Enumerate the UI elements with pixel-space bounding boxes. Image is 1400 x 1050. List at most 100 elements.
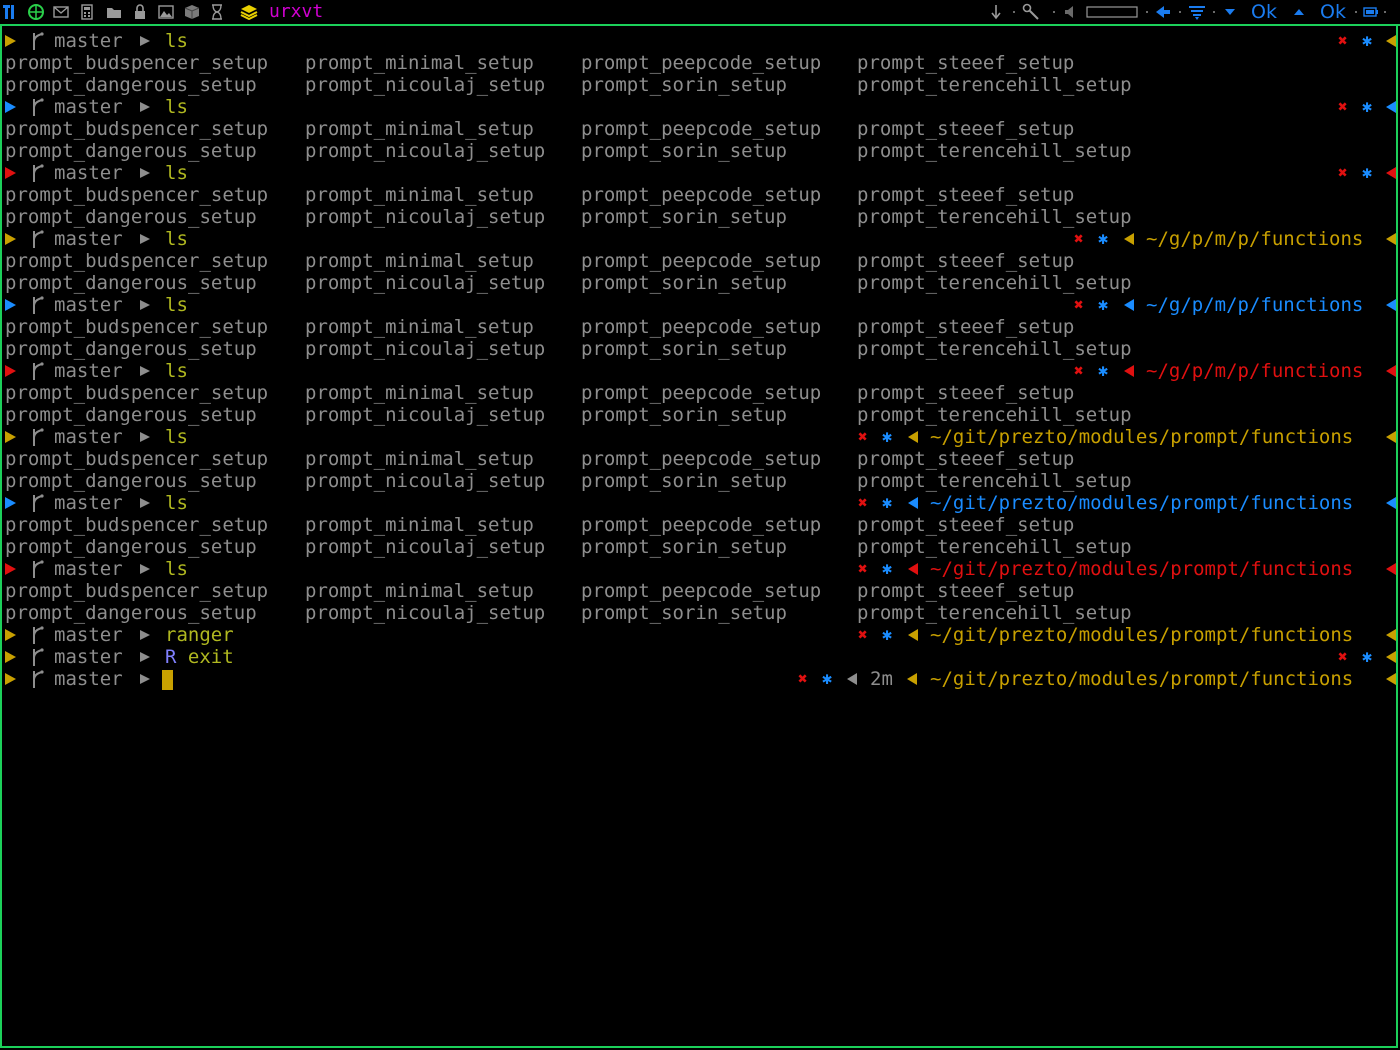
prompt-separator-icon	[140, 498, 150, 508]
current-path: ~/git/prezto/modules/prompt/functions	[930, 624, 1354, 646]
git-branch-icon	[33, 428, 44, 446]
command-text: ls	[165, 30, 188, 52]
prompt-line: master ls ✖ ✱	[5, 30, 1396, 52]
listing-row: prompt_dangerous_setup prompt_nicoulaj_se…	[5, 470, 1396, 492]
separator-dot	[1384, 11, 1386, 13]
status-ok-1: Ok	[1251, 1, 1277, 23]
status-error-icon: ✖	[858, 625, 868, 644]
prompt-arrow-icon	[5, 365, 16, 377]
branch-name: master	[54, 668, 123, 690]
git-branch-icon	[33, 32, 44, 50]
volume-icon[interactable]	[1064, 3, 1078, 21]
prompt-right-arrow-icon	[1386, 563, 1396, 575]
prompt-separator-icon	[140, 168, 150, 178]
file-name: prompt_dangerous_setup	[5, 470, 257, 492]
path-arrow-icon	[1124, 233, 1134, 245]
folder-icon[interactable]	[106, 3, 122, 21]
status-modified-icon: ✱	[822, 669, 833, 689]
status-error-icon: ✖	[858, 559, 868, 578]
globe-icon[interactable]	[28, 3, 44, 21]
listing-row: prompt_budspencer_setup prompt_minimal_se…	[5, 580, 1396, 602]
dropdown-icon[interactable]	[1223, 3, 1237, 21]
lock-icon[interactable]	[133, 3, 147, 21]
network-back-icon[interactable]	[1155, 3, 1171, 21]
file-name: prompt_terencehill_setup	[857, 404, 1132, 426]
file-name: prompt_dangerous_setup	[5, 272, 257, 294]
listing-row: prompt_budspencer_setup prompt_minimal_se…	[5, 514, 1396, 536]
terminal-window[interactable]: master ls ✖ ✱ prompt_budspencer_setup prompt_…	[0, 26, 1398, 1048]
image-icon[interactable]	[158, 3, 174, 21]
branch-name: master	[54, 294, 123, 316]
package-icon[interactable]	[184, 3, 200, 21]
prompt-arrow-icon	[5, 299, 16, 311]
file-name: prompt_sorin_setup	[581, 74, 787, 96]
branch-name: master	[54, 360, 123, 382]
prompt-line: master ls ✖ ✱ ~/git/prezto/modules/prompt/fu…	[5, 426, 1396, 448]
file-name: prompt_dangerous_setup	[5, 404, 257, 426]
file-name: prompt_terencehill_setup	[857, 272, 1132, 294]
prompt-line: master R exit ✖ ✱	[5, 646, 1396, 668]
file-name: prompt_budspencer_setup	[5, 580, 269, 602]
calculator-icon[interactable]	[80, 3, 94, 21]
prompt-arrow-icon	[5, 563, 16, 575]
prompt-right-arrow-icon	[1386, 299, 1396, 311]
status-error-icon: ✖	[798, 669, 808, 688]
duration-arrow-icon	[847, 673, 857, 685]
file-name: prompt_steeef_setup	[857, 250, 1075, 272]
prompt-line: master ls ✖ ✱ ~/g/p/m/p/functions	[5, 228, 1396, 250]
branch-name: master	[54, 96, 123, 118]
file-name: prompt_dangerous_setup	[5, 602, 257, 624]
volume-slider[interactable]	[1086, 3, 1138, 21]
git-branch-icon	[33, 494, 44, 512]
path-arrow-icon	[908, 563, 918, 575]
prompt-right-arrow-icon	[1386, 35, 1396, 47]
status-error-icon: ✖	[1338, 97, 1348, 116]
branch-name: master	[54, 30, 123, 52]
listing-row: prompt_budspencer_setup prompt_minimal_se…	[5, 250, 1396, 272]
battery-icon[interactable]	[1363, 3, 1379, 21]
prompt-right-arrow-icon	[1386, 431, 1396, 443]
status-error-icon: ✖	[1074, 361, 1084, 380]
file-name: prompt_nicoulaj_setup	[305, 536, 546, 558]
hourglass-icon[interactable]	[210, 3, 224, 21]
file-name: prompt_minimal_setup	[305, 118, 534, 140]
prompt-right-arrow-icon	[1386, 651, 1396, 663]
file-name: prompt_budspencer_setup	[5, 250, 269, 272]
file-name: prompt_dangerous_setup	[5, 206, 257, 228]
command-text: ls	[165, 162, 188, 184]
command-text: ranger	[165, 624, 234, 646]
prompt-right-arrow-icon	[1386, 629, 1396, 641]
command-text: ls	[165, 294, 188, 316]
ranger-marker: R	[165, 646, 177, 668]
prompt-line: master ls ✖ ✱	[5, 162, 1396, 184]
file-name: prompt_steeef_setup	[857, 382, 1075, 404]
status-error-icon: ✖	[1338, 31, 1348, 50]
file-name: prompt_nicoulaj_setup	[305, 470, 546, 492]
current-path: ~/git/prezto/modules/prompt/functions	[930, 492, 1354, 514]
up-icon[interactable]	[1292, 3, 1306, 21]
wrench-icon[interactable]	[1022, 3, 1040, 21]
separator-dot	[1355, 11, 1357, 13]
layers-icon[interactable]	[240, 3, 258, 21]
prompt-separator-icon	[140, 234, 150, 244]
git-branch-icon	[33, 164, 44, 182]
tools-icon[interactable]	[3, 3, 17, 21]
git-branch-icon	[33, 560, 44, 578]
text-cursor[interactable]	[162, 670, 173, 690]
separator-dot	[1053, 11, 1055, 13]
file-name: prompt_sorin_setup	[581, 338, 787, 360]
file-name: prompt_minimal_setup	[305, 250, 534, 272]
file-name: prompt_terencehill_setup	[857, 206, 1132, 228]
file-name: prompt_nicoulaj_setup	[305, 272, 546, 294]
file-name: prompt_minimal_setup	[305, 580, 534, 602]
status-error-icon: ✖	[1338, 163, 1348, 182]
download-arrow-icon[interactable]	[989, 3, 1003, 21]
listing-row: prompt_budspencer_setup prompt_minimal_se…	[5, 382, 1396, 404]
command-text: ls	[165, 228, 188, 250]
listing-row: prompt_budspencer_setup prompt_minimal_se…	[5, 184, 1396, 206]
wifi-icon[interactable]	[1188, 3, 1206, 21]
mail-icon[interactable]	[53, 3, 69, 21]
file-name: prompt_budspencer_setup	[5, 316, 269, 338]
status-modified-icon: ✱	[1362, 31, 1373, 51]
prompt-arrow-icon	[5, 167, 16, 179]
